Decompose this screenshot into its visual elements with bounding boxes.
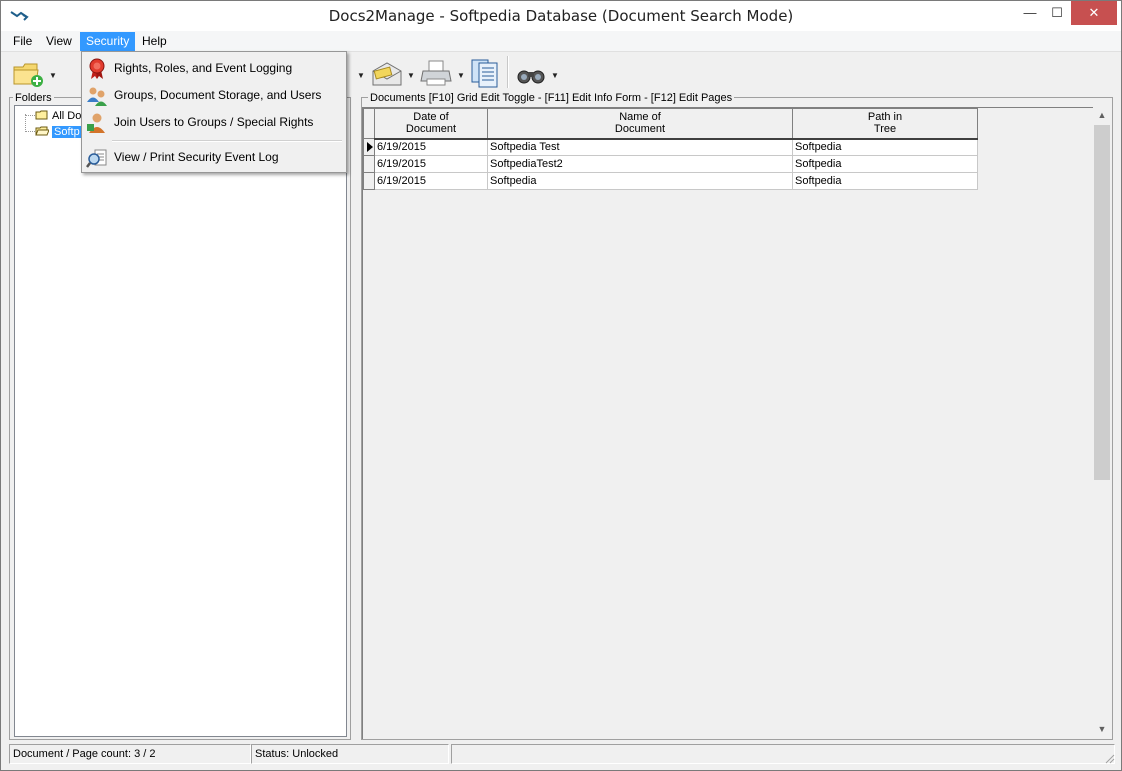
tree-item-label: Softp bbox=[52, 126, 82, 138]
document-count-status: Document / Page count: 3 / 2 bbox=[9, 744, 251, 764]
tree-item-all-documents[interactable]: All Do bbox=[35, 109, 81, 123]
column-header-line: Tree bbox=[873, 123, 897, 136]
documents-grid[interactable]: Date of Document Name of Document Path i… bbox=[363, 108, 978, 190]
search-button[interactable] bbox=[515, 57, 549, 89]
column-header-date[interactable]: Date of Document bbox=[374, 108, 488, 140]
menu-item-view-print-log[interactable]: View / Print Security Event Log bbox=[84, 145, 344, 169]
email-dropdown-icon[interactable]: ▼ bbox=[407, 71, 415, 80]
menu-security[interactable]: Security bbox=[80, 32, 136, 51]
menu-separator bbox=[112, 140, 342, 142]
column-header-line: Path in bbox=[867, 111, 903, 124]
user-join-icon bbox=[87, 113, 105, 133]
menu-item-join-users[interactable]: Join Users to Groups / Special Rights bbox=[84, 110, 344, 134]
scroll-down-icon[interactable]: ▼ bbox=[1093, 721, 1111, 737]
scroll-thumb[interactable] bbox=[1094, 125, 1110, 480]
menu-file[interactable]: File bbox=[7, 32, 38, 51]
row-header[interactable] bbox=[363, 155, 375, 173]
column-header-line: Document bbox=[405, 123, 457, 136]
cell-date[interactable]: 6/19/2015 bbox=[374, 155, 488, 173]
document-pages-icon bbox=[471, 59, 498, 88]
cell-date[interactable]: 6/19/2015 bbox=[374, 172, 488, 190]
email-button[interactable] bbox=[369, 57, 403, 89]
column-header-line: Date of bbox=[413, 111, 449, 124]
tree-item-softpedia[interactable]: Softp bbox=[35, 125, 82, 139]
row-header[interactable] bbox=[363, 172, 375, 190]
menu-item-label: View / Print Security Event Log bbox=[114, 150, 279, 164]
table-row[interactable]: 6/19/2015 Softpedia Test Softpedia bbox=[363, 138, 978, 156]
email-icon bbox=[372, 62, 402, 86]
menu-item-label: Join Users to Groups / Special Rights bbox=[114, 115, 314, 129]
ribbon-award-icon bbox=[89, 58, 105, 79]
row-header[interactable] bbox=[363, 138, 375, 156]
table-row[interactable]: 6/19/2015 SoftpediaTest2 Softpedia bbox=[363, 155, 978, 173]
status-empty-panel bbox=[451, 744, 1115, 764]
cell-date[interactable]: 6/19/2015 bbox=[374, 138, 488, 156]
tree-line bbox=[25, 131, 35, 132]
new-folder-dropdown-icon[interactable]: ▼ bbox=[49, 71, 57, 80]
folders-label: Folders bbox=[13, 92, 54, 104]
tree-line bbox=[25, 115, 35, 116]
minimize-button[interactable]: — bbox=[1016, 1, 1044, 25]
status-bar: Document / Page count: 3 / 2 Status: Unl… bbox=[1, 743, 1121, 770]
printer-icon bbox=[420, 60, 452, 86]
current-row-arrow-icon bbox=[367, 142, 373, 153]
open-folder-icon bbox=[35, 126, 49, 136]
binoculars-icon bbox=[517, 70, 545, 84]
folder-tree[interactable] bbox=[14, 105, 347, 737]
hidden-dropdown-icon[interactable]: ▼ bbox=[357, 71, 365, 80]
documents-grid-area[interactable] bbox=[362, 107, 1093, 739]
lock-status: Status: Unlocked bbox=[251, 744, 449, 764]
column-header-path[interactable]: Path in Tree bbox=[792, 108, 978, 140]
cell-name[interactable]: SoftpediaTest2 bbox=[487, 155, 793, 173]
menu-item-label: Groups, Document Storage, and Users bbox=[114, 88, 322, 102]
cell-path[interactable]: Softpedia bbox=[792, 138, 978, 156]
print-button[interactable] bbox=[419, 57, 453, 89]
pages-button[interactable] bbox=[469, 57, 503, 89]
print-dropdown-icon[interactable]: ▼ bbox=[457, 71, 465, 80]
scroll-up-icon[interactable]: ▲ bbox=[1093, 107, 1111, 123]
tree-item-label: All Do bbox=[52, 110, 82, 122]
menu-bar: File View Security Help bbox=[1, 31, 1121, 51]
menu-view[interactable]: View bbox=[40, 32, 78, 51]
column-header-line: Document bbox=[614, 123, 666, 136]
menu-item-label: Rights, Roles, and Event Logging bbox=[114, 61, 293, 75]
table-row[interactable]: 6/19/2015 Softpedia Softpedia bbox=[363, 172, 978, 190]
documents-label: Documents [F10] Grid Edit Toggle - [F11]… bbox=[368, 92, 735, 104]
toolbar-separator bbox=[507, 56, 509, 88]
panel-splitter[interactable] bbox=[353, 97, 359, 740]
magnifier-log-icon bbox=[86, 149, 107, 168]
search-dropdown-icon[interactable]: ▼ bbox=[551, 71, 559, 80]
cell-name[interactable]: Softpedia bbox=[487, 172, 793, 190]
window-title: Docs2Manage - Softpedia Database (Docume… bbox=[328, 7, 794, 25]
menu-item-groups-storage-users[interactable]: Groups, Document Storage, and Users bbox=[84, 83, 344, 107]
security-menu: Rights, Roles, and Event Logging Groups,… bbox=[81, 51, 347, 173]
new-folder-icon bbox=[13, 63, 43, 87]
grid-corner bbox=[363, 108, 375, 139]
cell-path[interactable]: Softpedia bbox=[792, 155, 978, 173]
menu-item-rights-roles[interactable]: Rights, Roles, and Event Logging bbox=[84, 56, 344, 80]
column-header-name[interactable]: Name of Document bbox=[487, 108, 793, 140]
cell-name[interactable]: Softpedia Test bbox=[487, 138, 793, 156]
resize-grip-icon[interactable] bbox=[1103, 752, 1115, 764]
new-folder-button[interactable] bbox=[11, 57, 45, 89]
users-group-icon bbox=[87, 87, 107, 106]
cell-path[interactable]: Softpedia bbox=[792, 172, 978, 190]
folder-icon bbox=[35, 110, 48, 120]
maximize-button[interactable]: ☐ bbox=[1044, 1, 1070, 25]
title-bar[interactable]: Docs2Manage - Softpedia Database (Docume… bbox=[1, 1, 1121, 31]
vertical-scrollbar[interactable]: ▲ ▼ bbox=[1093, 107, 1111, 739]
menu-help[interactable]: Help bbox=[136, 32, 173, 51]
close-button[interactable]: ✕ bbox=[1071, 1, 1117, 25]
tree-line bbox=[25, 114, 26, 132]
app-window: Docs2Manage - Softpedia Database (Docume… bbox=[0, 0, 1122, 771]
column-header-line: Name of bbox=[619, 111, 661, 124]
